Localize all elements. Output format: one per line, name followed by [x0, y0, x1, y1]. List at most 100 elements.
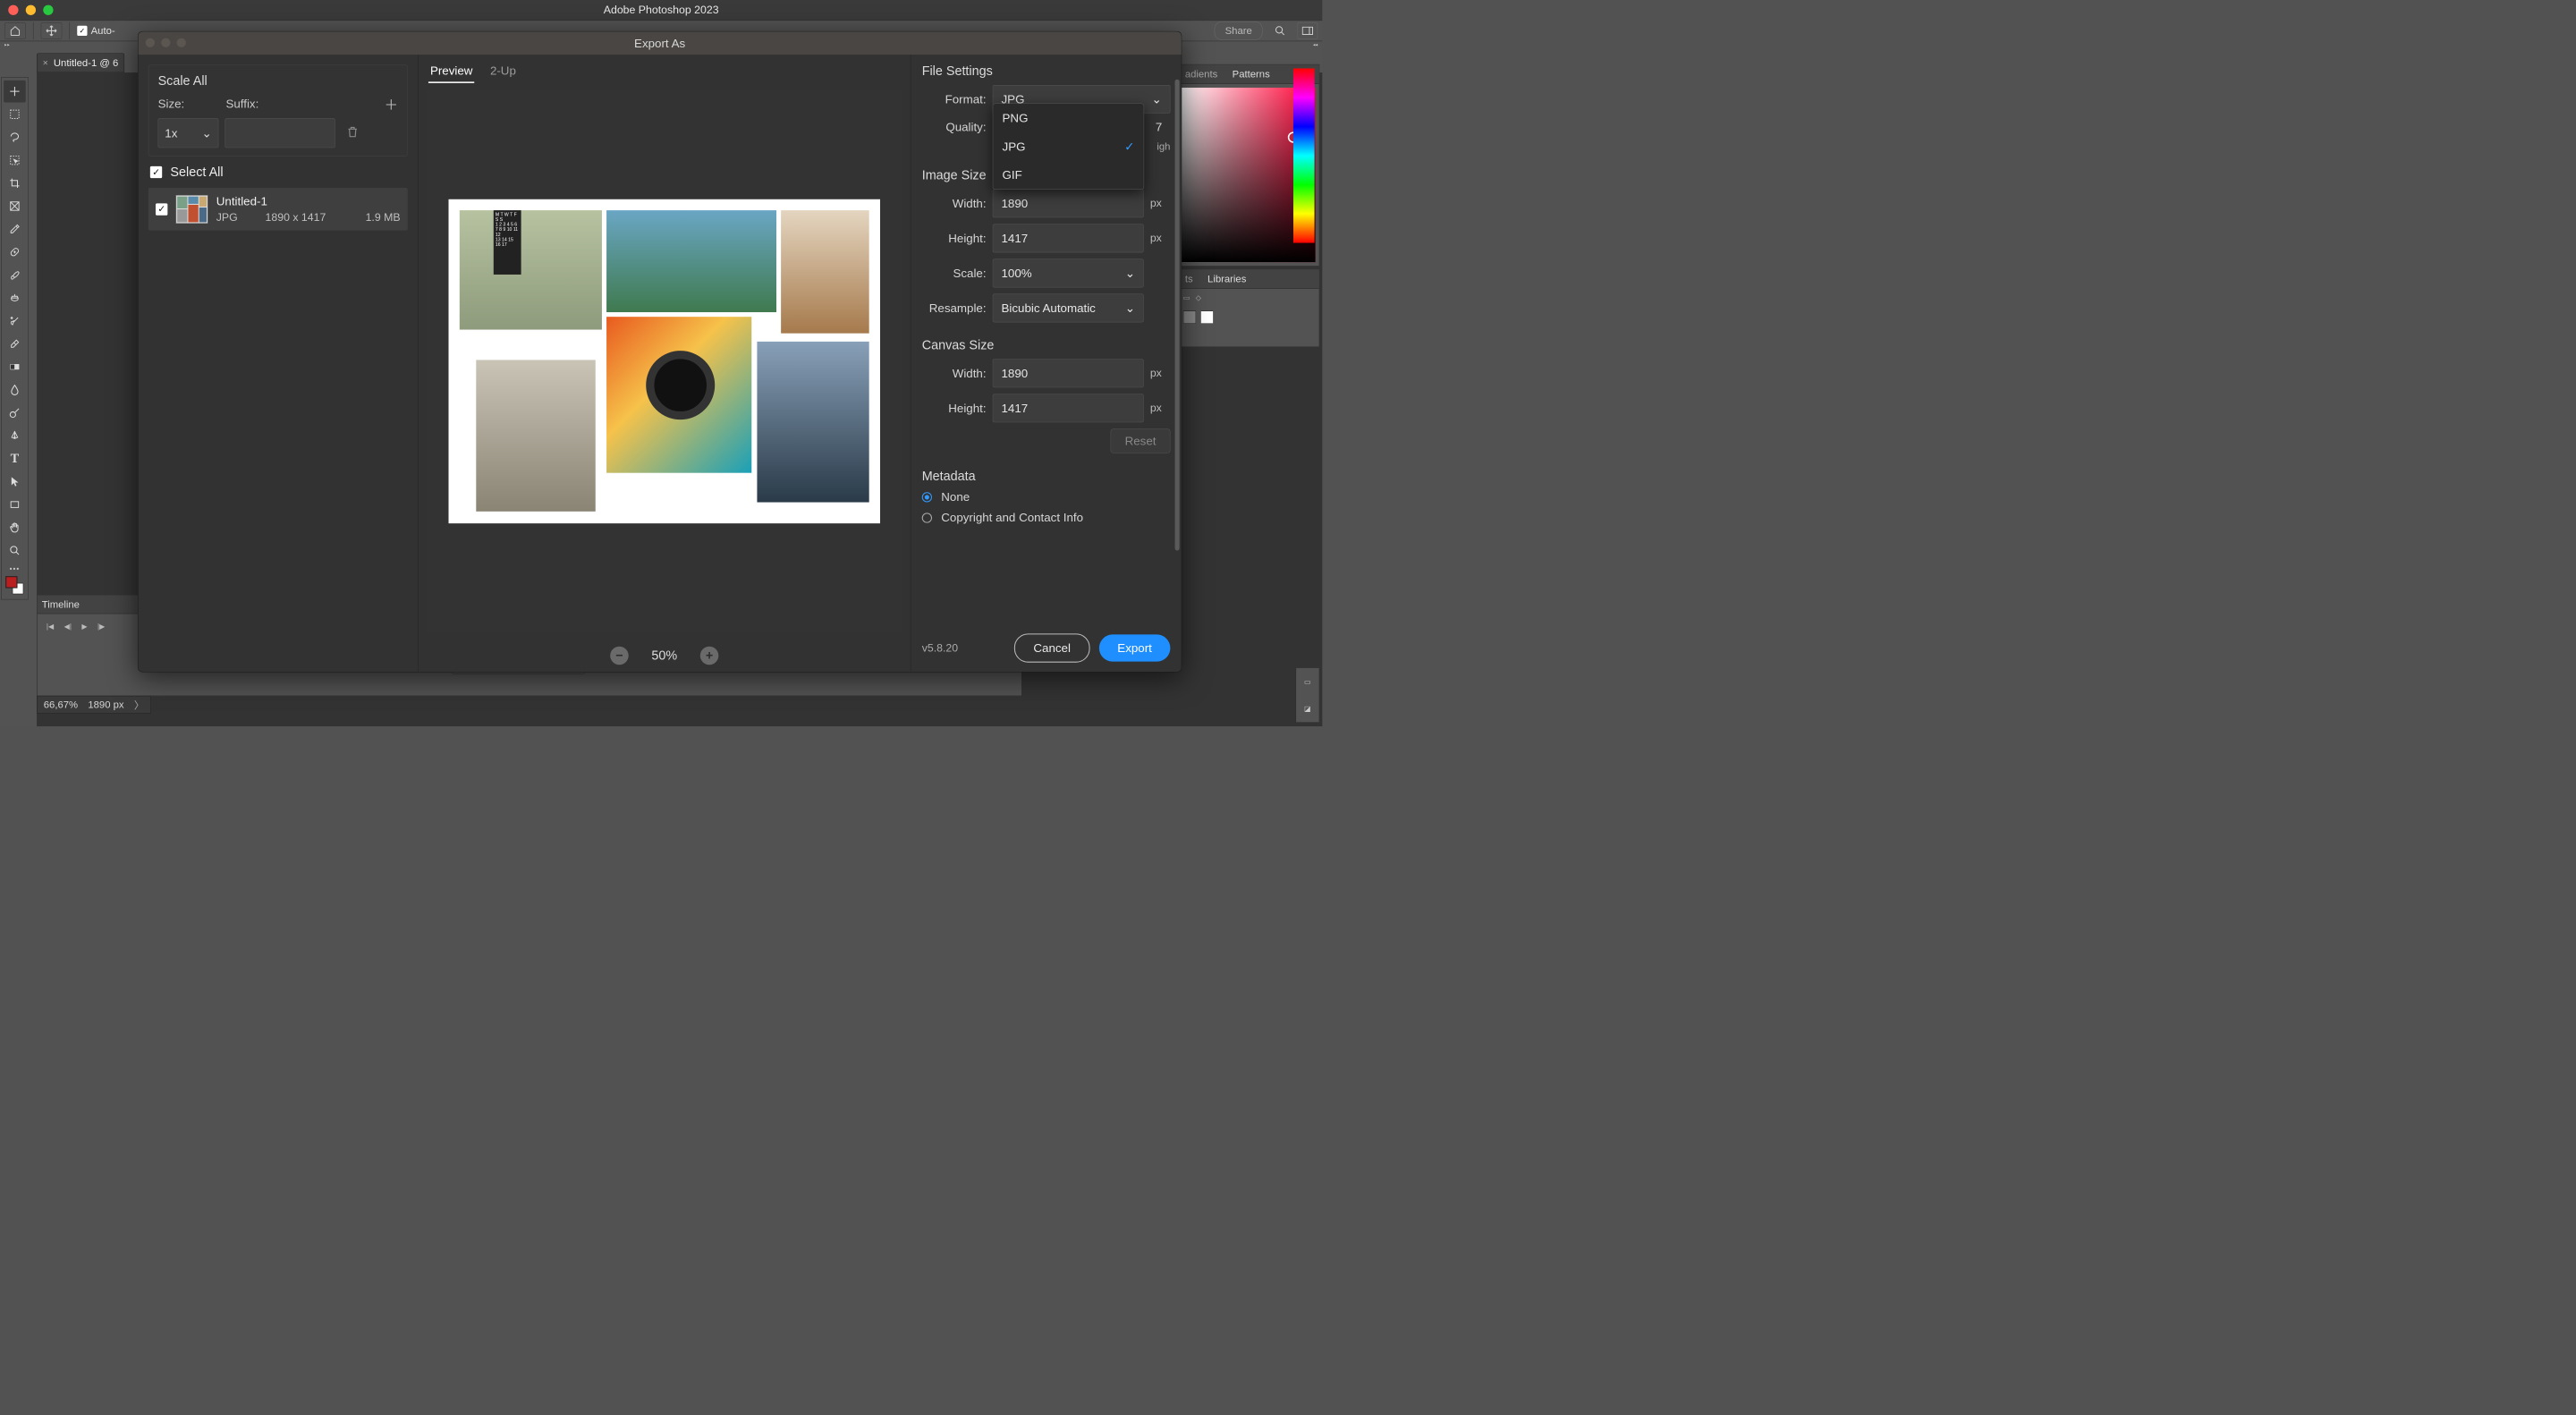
goto-first-icon[interactable]: |◀: [47, 623, 54, 631]
minimize-window-button[interactable]: [26, 5, 36, 15]
format-option-label: GIF: [1003, 168, 1022, 182]
preview-canvas[interactable]: M T W T F S S1 2 3 4 5 67 8 9 10 11 1213…: [427, 89, 902, 633]
scrollbar[interactable]: [1175, 80, 1180, 551]
rectangle-tool[interactable]: [4, 494, 26, 516]
check-icon: ✓: [1124, 140, 1134, 154]
hand-tool[interactable]: [4, 516, 26, 538]
search-icon[interactable]: [1270, 22, 1291, 38]
prev-frame-icon[interactable]: ◀|: [64, 623, 72, 631]
preview-tab[interactable]: Preview: [428, 60, 475, 83]
crop-tool[interactable]: [4, 172, 26, 194]
panel-icon[interactable]: ◪: [1304, 704, 1311, 713]
eyedropper-tool[interactable]: [4, 218, 26, 241]
delete-scale-icon[interactable]: [346, 125, 359, 141]
metadata-copyright-label: Copyright and Contact Info: [941, 511, 1083, 525]
close-tab-icon[interactable]: ×: [43, 57, 48, 68]
move-tool[interactable]: [4, 80, 26, 103]
status-bar: 66,67% 1890 px 〉: [37, 696, 151, 714]
timeline-tab[interactable]: Timeline: [42, 598, 80, 610]
hue-slider[interactable]: [1293, 68, 1315, 242]
quality-value[interactable]: 7: [1148, 120, 1171, 134]
path-select-tool[interactable]: [4, 470, 26, 493]
libraries-tab[interactable]: Libraries: [1200, 269, 1254, 288]
gradient-tool[interactable]: [4, 356, 26, 378]
format-option-gif[interactable]: GIF: [993, 161, 1143, 190]
img-width-input[interactable]: 1890: [993, 189, 1144, 217]
scale-value: 100%: [1002, 266, 1032, 280]
blur-tool[interactable]: [4, 378, 26, 401]
type-tool[interactable]: T: [4, 447, 26, 470]
export-left-column: Scale All Size: Suffix: ＋ 1x ⌄: [139, 55, 419, 672]
frame-tool[interactable]: [4, 195, 26, 217]
canvas-height-input[interactable]: 1417: [993, 394, 1144, 422]
patterns-tab[interactable]: Patterns: [1224, 64, 1276, 83]
img-width-label: Width:: [922, 196, 987, 210]
collapsed-dock-icons[interactable]: ▭ ◪: [1296, 667, 1320, 723]
asset-row[interactable]: ✓ Untitled-1 JPG 1890 x 1417 1.9 MB: [148, 188, 408, 231]
scale-suffix-input[interactable]: [225, 118, 335, 148]
zoom-tool[interactable]: [4, 539, 26, 562]
history-brush-tool[interactable]: [4, 309, 26, 332]
panel-collapse-left[interactable]: ▸▸: [4, 42, 10, 52]
format-dropdown-menu: PNG JPG ✓ GIF: [993, 103, 1144, 190]
share-button[interactable]: Share: [1215, 21, 1263, 40]
status-dim: 1890 px: [88, 699, 123, 710]
format-label: Format:: [922, 92, 987, 106]
next-frame-icon[interactable]: |▶: [97, 623, 105, 631]
home-button[interactable]: [4, 22, 26, 38]
metadata-title: Metadata: [922, 469, 1171, 483]
cancel-button[interactable]: Cancel: [1014, 633, 1090, 662]
reset-button[interactable]: Reset: [1111, 428, 1171, 453]
dodge-tool[interactable]: [4, 402, 26, 424]
status-zoom[interactable]: 66,67%: [44, 699, 78, 710]
select-all-label: Select All: [170, 165, 223, 179]
resample-value: Bicubic Automatic: [1002, 301, 1096, 315]
select-all-checkbox[interactable]: ✓: [150, 166, 162, 178]
resample-select[interactable]: Bicubic Automatic ⌄: [993, 294, 1144, 323]
pen-tool[interactable]: [4, 425, 26, 447]
add-scale-button[interactable]: ＋: [385, 94, 398, 114]
format-option-jpg[interactable]: JPG ✓: [993, 132, 1143, 161]
healing-tool[interactable]: [4, 241, 26, 263]
export-button[interactable]: Export: [1099, 634, 1171, 661]
fg-bg-color[interactable]: [4, 574, 26, 597]
zoom-out-button[interactable]: −: [610, 647, 629, 665]
scale-select[interactable]: 100% ⌄: [993, 259, 1144, 288]
select-all-row[interactable]: ✓ Select All: [148, 165, 408, 179]
move-tool-icon[interactable]: [41, 22, 63, 38]
scale-size-value: 1x: [165, 126, 177, 140]
document-tab[interactable]: × Untitled-1 @ 6: [37, 54, 124, 73]
clone-stamp-tool[interactable]: [4, 287, 26, 309]
format-option-png[interactable]: PNG: [993, 104, 1143, 132]
panel-icon[interactable]: ▭: [1304, 677, 1311, 686]
tool-overflow[interactable]: •••: [10, 565, 21, 573]
chevron-down-icon: ⌄: [1125, 301, 1135, 315]
canvas-width-label: Width:: [922, 366, 987, 380]
asset-checkbox[interactable]: ✓: [156, 203, 167, 215]
brush-tool[interactable]: [4, 264, 26, 286]
two-up-tab[interactable]: 2-Up: [488, 60, 518, 83]
metadata-copyright-radio[interactable]: [922, 513, 932, 522]
swatch[interactable]: [1200, 311, 1213, 324]
chevron-right-icon[interactable]: 〉: [134, 698, 144, 712]
play-icon[interactable]: ▶: [81, 623, 87, 631]
workspace-switcher-icon[interactable]: [1298, 22, 1318, 38]
marquee-tool[interactable]: [4, 103, 26, 125]
gradients-tab[interactable]: adients: [1178, 64, 1225, 83]
img-height-input[interactable]: 1417: [993, 224, 1144, 252]
fullscreen-window-button[interactable]: [43, 5, 53, 15]
close-window-button[interactable]: [8, 5, 18, 15]
checkbox-icon: ✓: [77, 26, 87, 36]
swatch[interactable]: [1183, 311, 1196, 324]
scale-size-select[interactable]: 1x ⌄: [158, 118, 219, 148]
object-select-tool[interactable]: [4, 149, 26, 172]
metadata-none-radio[interactable]: [922, 492, 932, 502]
panel-collapse-right[interactable]: ◂◂: [1313, 42, 1318, 52]
auto-select-checkbox[interactable]: ✓ Auto-: [77, 25, 114, 37]
canvas-height-label: Height:: [922, 401, 987, 415]
eraser-tool[interactable]: [4, 333, 26, 355]
canvas-width-input[interactable]: 1890: [993, 359, 1144, 387]
lasso-tool[interactable]: [4, 126, 26, 148]
tool-panel: T •••: [1, 77, 29, 599]
zoom-in-button[interactable]: +: [700, 647, 719, 665]
